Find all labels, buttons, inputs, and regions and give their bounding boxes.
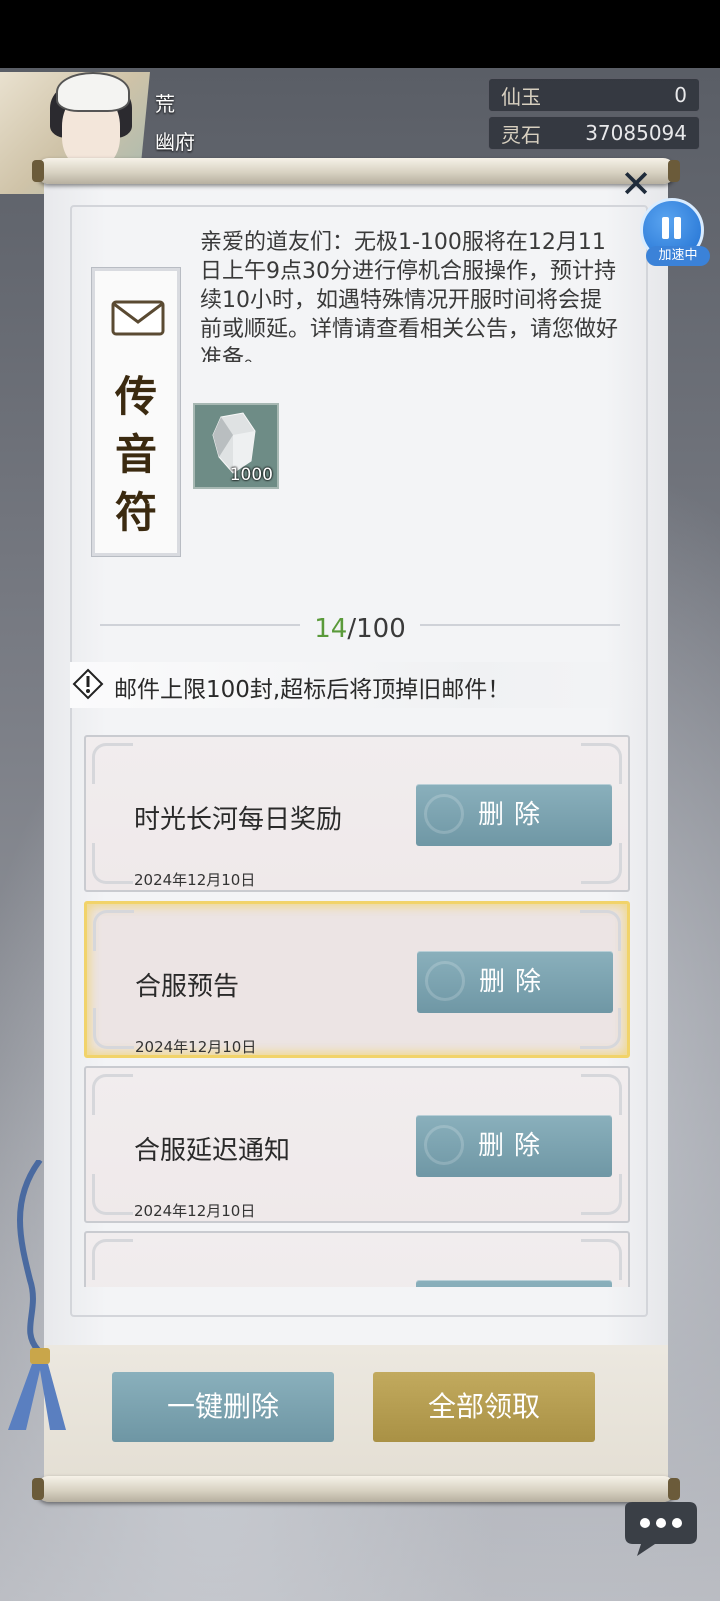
- delete-button[interactable]: [416, 1280, 612, 1287]
- mail-date: 2024年12月10日: [134, 1202, 256, 1220]
- mail-count: 14/100: [0, 614, 720, 644]
- delete-button[interactable]: 删除: [416, 1115, 612, 1177]
- card-corner: [580, 1008, 621, 1049]
- mail-list-item-partial[interactable]: [84, 1231, 630, 1287]
- warning-icon: [72, 668, 104, 700]
- card-corner: [581, 743, 622, 784]
- mail-date: 2024年12月10日: [135, 1038, 257, 1056]
- scroll-bottom-rod: [32, 1476, 680, 1502]
- resource-label: 灵石: [501, 122, 541, 147]
- mail-type-label: 传音符: [114, 372, 157, 537]
- mail-title: 时光长河每日奖励: [134, 805, 343, 835]
- claim-all-button[interactable]: 全部领取: [373, 1372, 595, 1442]
- card-corner: [580, 910, 621, 951]
- card-corner: [92, 843, 133, 884]
- card-corner: [92, 743, 133, 784]
- mail-list[interactable]: 时光长河每日奖励 2024年12月10日 删除 合服预告 2024年12月10日…: [84, 735, 632, 1287]
- attachment-item[interactable]: 1000: [193, 403, 279, 489]
- scroll-top-rod: [32, 158, 680, 184]
- chat-bubble-icon[interactable]: [615, 1500, 705, 1560]
- card-corner: [93, 910, 134, 951]
- delete-button[interactable]: 删除: [416, 784, 612, 846]
- cloud-swirl-icon: [424, 1125, 464, 1165]
- mail-count-max: /100: [347, 614, 406, 644]
- resource-lingshi: 灵石 37085094: [488, 116, 700, 150]
- tassel-decoration: [8, 1160, 66, 1430]
- mail-message-body[interactable]: 亲爱的道友们：无极1-100服将在12月11日上午9点30分进行停机合服操作，预…: [200, 228, 618, 362]
- mail-list-item-selected[interactable]: 合服预告 2024年12月10日 删除: [84, 901, 630, 1058]
- player-name-line1: 荒: [155, 92, 175, 116]
- delete-button[interactable]: 删除: [417, 951, 613, 1013]
- mail-title: 合服预告: [135, 972, 240, 1002]
- delete-label: 删除: [477, 800, 550, 830]
- resource-label: 仙玉: [501, 84, 541, 109]
- card-corner: [581, 843, 622, 884]
- card-corner: [92, 1074, 133, 1115]
- resource-value: 0: [674, 83, 687, 107]
- delete-label: 删除: [478, 967, 551, 997]
- mail-list-item[interactable]: 合服延迟通知 2024年12月10日 删除: [84, 1066, 630, 1223]
- mail-title: 合服延迟通知: [134, 1136, 291, 1166]
- mail-date: 2024年12月10日: [134, 871, 256, 889]
- delete-label: 删除: [477, 1131, 550, 1161]
- card-corner: [93, 1008, 134, 1049]
- mail-list-item[interactable]: 时光长河每日奖励 2024年12月10日 删除: [84, 735, 630, 892]
- delete-all-button[interactable]: 一键删除: [112, 1372, 334, 1442]
- card-corner: [92, 1174, 133, 1215]
- status-bar: [0, 0, 720, 68]
- cloud-swirl-icon: [425, 961, 465, 1001]
- close-icon[interactable]: ✕: [618, 165, 654, 203]
- envelope-icon: [111, 300, 165, 336]
- card-corner: [581, 1239, 622, 1280]
- speed-status-label: 加速中: [646, 246, 710, 266]
- attachment-quantity: 1000: [229, 465, 273, 485]
- resource-value: 37085094: [585, 121, 687, 145]
- warning-text: 邮件上限100封,超标后将顶掉旧邮件！: [114, 677, 511, 703]
- card-corner: [92, 1239, 133, 1280]
- cloud-swirl-icon: [424, 794, 464, 834]
- card-corner: [581, 1174, 622, 1215]
- mail-count-current: 14: [314, 614, 348, 644]
- pause-icon: [662, 217, 684, 239]
- resource-xianyu: 仙玉 0: [488, 78, 700, 112]
- card-corner: [581, 1074, 622, 1115]
- avatar-mask: [56, 72, 130, 112]
- player-name-line2: 幽府: [155, 130, 195, 154]
